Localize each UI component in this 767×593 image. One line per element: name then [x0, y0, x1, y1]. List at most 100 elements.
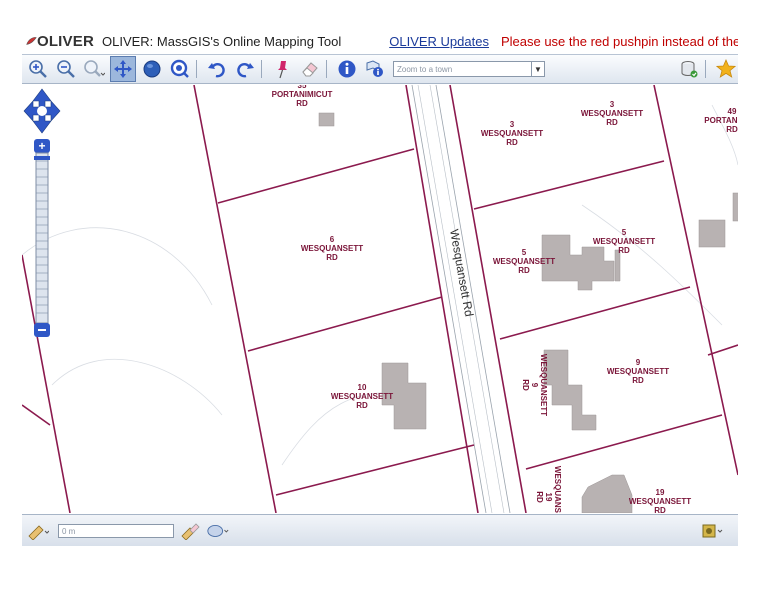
identify-icon — [366, 60, 383, 77]
oliver-updates-link[interactable]: OLIVER Updates — [389, 34, 489, 49]
olive-leaf-icon — [26, 37, 37, 45]
clear-measure-button[interactable] — [178, 519, 202, 543]
parcel-label-suffix: RD — [506, 138, 518, 147]
parcel-label-number: 19 — [656, 488, 665, 497]
zoom-in-icon — [29, 60, 47, 78]
pushpin-button[interactable] — [270, 57, 294, 81]
parcel-label-street: WESQUANSETT — [629, 497, 691, 506]
redo-icon — [237, 63, 254, 78]
info-button[interactable] — [335, 57, 359, 81]
svg-text:+: + — [38, 139, 45, 153]
parcel-boundaries — [22, 85, 738, 513]
full-extent-button[interactable] — [168, 57, 192, 81]
pan-button[interactable] — [110, 56, 136, 82]
parcel-label-number: 5 — [622, 228, 627, 237]
app-title: OLIVER: MassGIS's Online Mapping Tool — [102, 33, 342, 49]
eraser-icon — [302, 62, 318, 77]
full-extent-icon — [170, 59, 189, 78]
parcel-label-suffix: RD — [632, 376, 644, 385]
pushpin-icon — [278, 61, 287, 79]
redo-button[interactable] — [233, 57, 257, 81]
info-icon — [338, 60, 356, 78]
parcel-label-suffix: RD — [726, 125, 738, 134]
zoom-previous-button[interactable] — [82, 57, 106, 81]
oliver-logo: OLIVER — [26, 33, 94, 50]
parcel-label-number: 9 — [530, 383, 539, 388]
eraser-button[interactable] — [298, 57, 322, 81]
parcel-label-rotated: 19 WESQUANSETT RD — [535, 466, 562, 513]
toolbar-separator — [326, 60, 327, 78]
map-canvas[interactable]: 35 PORTANIMICUT RD 3 WESQUANSETT RD 3 WE… — [22, 85, 738, 513]
draw-shape-button[interactable] — [206, 519, 230, 543]
zoom-previous-icon — [84, 60, 105, 77]
parcel-label-street: WESQUANSETT — [481, 129, 543, 138]
parcel-label-suffix: RD — [654, 506, 666, 513]
parcel-label-suffix: RD — [518, 266, 530, 275]
zoom-out-button[interactable] — [54, 57, 78, 81]
polygon-draw-icon — [207, 525, 229, 537]
globe-button[interactable] — [140, 57, 164, 81]
measure-value: 0 m — [62, 526, 76, 536]
measure-button[interactable] — [26, 519, 50, 543]
identify-button[interactable] — [363, 57, 387, 81]
browser-frame: OLIVER OLIVER: MassGIS's Online Mapping … — [22, 28, 738, 546]
layers-icon — [681, 61, 698, 78]
chevron-down-icon[interactable]: ▼ — [531, 62, 544, 76]
parcel-label-street: WESQUANSETT — [581, 109, 643, 118]
parcel-label-suffix: RD — [356, 401, 368, 410]
ruler-icon — [28, 525, 49, 540]
title-bar: OLIVER OLIVER: MassGIS's Online Mapping … — [22, 28, 738, 55]
parcel-label-street: WESQUANSETT — [539, 354, 548, 416]
parcel-label-street: WESQUANSETT — [607, 367, 669, 376]
parcel-label-street: PORTANIMICUT — [272, 90, 333, 99]
zoom-in-button[interactable] — [26, 57, 50, 81]
parcel-label-street: PORTANI — [704, 116, 738, 125]
parcel-label-suffix: RD — [521, 379, 530, 391]
parcel-label-number: 9 — [636, 358, 641, 367]
pan-icon — [114, 60, 132, 78]
parcel-label-rotated: 9 WESQUANSETT RD — [521, 354, 548, 416]
parcel-label-suffix: RD — [606, 118, 618, 127]
parcel-label-street: WESQUANSETT — [593, 237, 655, 246]
parcel-label-number: 3 — [610, 100, 615, 109]
settings-icon — [702, 524, 723, 538]
toolbar-separator — [261, 60, 262, 78]
parcel-label-street: WESQUANSETT — [553, 466, 562, 513]
bottom-toolbar: 0 m — [22, 514, 738, 546]
parcel-label-number: 10 — [358, 383, 367, 392]
undo-icon — [208, 63, 225, 78]
measure-readout: 0 m — [58, 524, 174, 538]
pushpin-notice: Please use the red pushpin instead of th… — [500, 33, 738, 49]
parcel-label-suffix: RD — [618, 246, 630, 255]
parcel-map: 35 PORTANIMICUT RD 3 WESQUANSETT RD 3 WE… — [22, 85, 738, 513]
parcel-label-suffix: RD — [326, 253, 338, 262]
star-icon — [716, 59, 736, 78]
zoom-slider[interactable]: + — [34, 139, 50, 337]
parcel-label-number: 6 — [330, 235, 335, 244]
toolbar-separator — [705, 60, 706, 78]
parcel-label-street: WESQUANSETT — [493, 257, 555, 266]
map-toolbar: Zoom to a town ▼ — [22, 55, 738, 84]
parcel-label-suffix: RD — [535, 491, 544, 503]
parcel-label-number: 5 — [522, 248, 527, 257]
parcel-label-street: WESQUANSETT — [301, 244, 363, 253]
pan-control[interactable] — [23, 88, 61, 134]
parcel-label-number: 49 — [728, 107, 737, 116]
settings-button[interactable] — [700, 519, 724, 543]
parcel-label-number: 19 — [544, 493, 553, 502]
globe-icon — [143, 60, 161, 78]
parcel-label-street: WESQUANSETT — [331, 392, 393, 401]
zoom-out-icon — [57, 60, 75, 78]
road-label: Wesquansett Rd — [447, 228, 476, 318]
bookmark-button[interactable] — [714, 57, 738, 81]
zoom-to-town-select[interactable]: Zoom to a town ▼ — [393, 61, 545, 77]
parcel-label-number: 3 — [510, 120, 515, 129]
eraser-ruler-icon — [181, 523, 200, 540]
zoom-to-town-placeholder: Zoom to a town — [397, 64, 453, 74]
parcel-label-suffix: RD — [296, 99, 308, 108]
layers-button[interactable] — [677, 57, 701, 81]
zoom-slider-handle[interactable] — [34, 156, 50, 160]
undo-button[interactable] — [205, 57, 229, 81]
logo-text: OLIVER — [36, 32, 94, 50]
toolbar-separator — [196, 60, 197, 78]
